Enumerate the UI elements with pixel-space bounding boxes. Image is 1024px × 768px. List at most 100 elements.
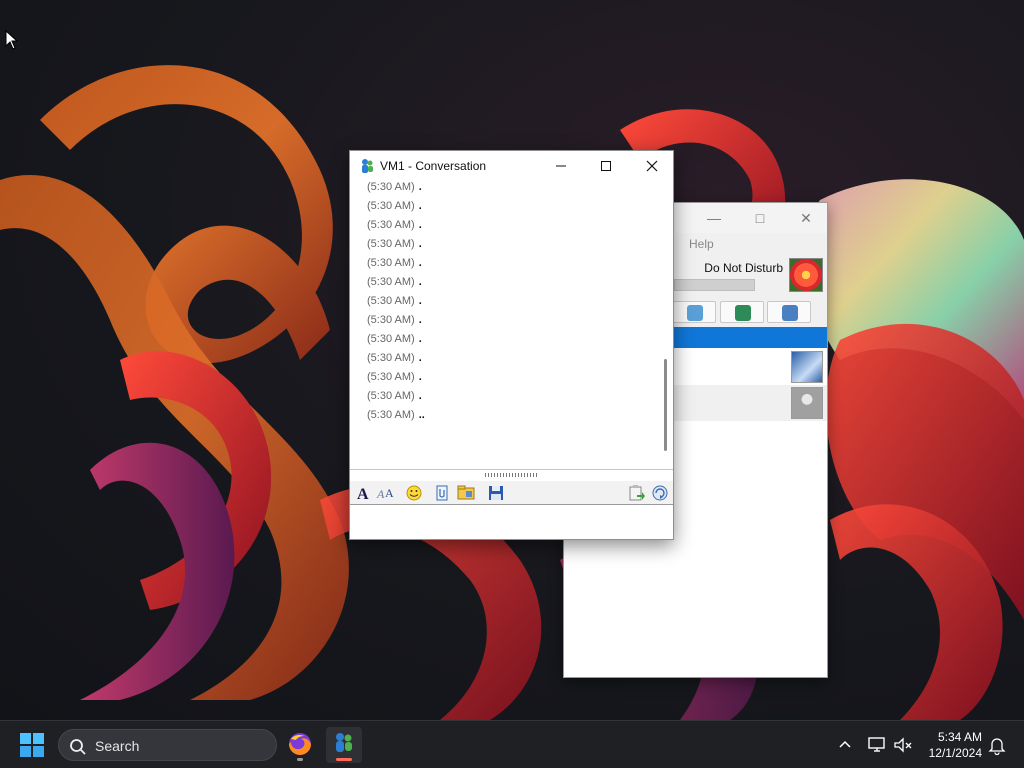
maximize-button[interactable] (591, 155, 621, 177)
user-avatar[interactable] (789, 258, 823, 292)
message-row: (5:30 AM). (367, 276, 422, 288)
font-icon: A (357, 486, 369, 503)
conversation-window[interactable]: VM1 - Conversation (5:30 AM). (5:30 AM).(… (349, 150, 674, 540)
main-minimize-button[interactable]: — (702, 209, 726, 227)
refresh-globe-icon (652, 485, 668, 501)
message-row: (5:30 AM). (367, 295, 422, 307)
add-contact-button[interactable] (720, 301, 764, 323)
rss-icon (687, 305, 703, 321)
show-hidden-icons-button[interactable] (834, 734, 856, 756)
system-clock[interactable]: 5:34 AM 12/1/2024 (912, 729, 982, 761)
message-row: (5:30 AM). (367, 257, 422, 269)
message-row: (5:30 AM).. (367, 409, 425, 421)
message-text: . (418, 352, 422, 364)
message-timestamp: (5:30 AM) (367, 238, 415, 250)
volume-button[interactable] (892, 734, 914, 756)
feeds-button[interactable] (672, 301, 716, 323)
save-button[interactable] (486, 484, 506, 502)
message-timestamp: (5:30 AM) (367, 219, 415, 231)
message-text: . (418, 257, 422, 269)
message-text: . (418, 276, 422, 288)
volume-muted-icon (894, 737, 912, 753)
maximize-icon (601, 161, 611, 171)
message-text: . (418, 314, 422, 326)
message-timestamp: (5:30 AM) (367, 314, 415, 326)
close-button[interactable] (637, 155, 667, 177)
smiley-icon (406, 485, 422, 501)
conversation-titlebar[interactable]: VM1 - Conversation (350, 151, 673, 181)
scroll-thumb[interactable] (664, 359, 667, 451)
search-icon (70, 739, 86, 755)
message-timestamp: (5:30 AM) (367, 390, 415, 402)
taskbar-messenger[interactable] (326, 727, 362, 763)
more-options-button[interactable] (650, 484, 670, 502)
menu-help[interactable]: Help (689, 237, 714, 251)
message-text: . (418, 219, 422, 231)
message-timestamp: (5:30 AM) (367, 181, 415, 193)
message-row: (5:30 AM). (367, 219, 422, 231)
network-icon (868, 737, 885, 752)
taskbar-search[interactable]: Search (58, 729, 277, 761)
taskbar: Search 5:34 AM 12/1/2024 (0, 720, 1024, 768)
splitter-grip[interactable] (485, 473, 539, 477)
taskbar-firefox[interactable] (282, 727, 318, 763)
chevron-up-icon (839, 740, 851, 748)
message-timestamp: (5:30 AM) (367, 352, 415, 364)
app-running-indicator (297, 758, 303, 761)
svg-text:A: A (385, 486, 394, 500)
font-button[interactable]: A (354, 484, 374, 503)
message-text: .. (418, 409, 425, 421)
messenger-app-icon (362, 159, 373, 173)
network-button[interactable] (866, 734, 888, 756)
minimize-icon (556, 165, 566, 167)
add-contact-icon (735, 305, 751, 321)
formatting-toolbar: A AA (350, 481, 673, 505)
message-timestamp: (5:30 AM) (367, 257, 415, 269)
contact-avatar (791, 387, 823, 419)
folder-icon (457, 485, 475, 500)
message-input[interactable] (350, 505, 673, 539)
clock-time: 5:34 AM (937, 730, 982, 744)
minimize-button[interactable] (546, 155, 576, 177)
message-timestamp: (5:30 AM) (367, 371, 415, 383)
message-row: (5:30 AM). (367, 238, 422, 250)
message-history[interactable]: (5:30 AM). (5:30 AM). (5:30 AM). (5:30 AM).… (351, 181, 659, 469)
save-icon (489, 486, 503, 500)
message-row: (5:30 AM). (367, 371, 422, 383)
history-log-button[interactable] (626, 484, 646, 502)
message-row: (5:30 AM). (367, 352, 422, 364)
message-row: (5:30 AM). (367, 181, 422, 193)
start-button[interactable] (16, 731, 48, 759)
clock-date: 12/1/2024 (928, 746, 982, 760)
svg-text:A: A (376, 487, 385, 501)
emoticon-button[interactable] (404, 484, 424, 502)
windows-logo-icon (20, 733, 44, 757)
main-maximize-button[interactable]: □ (748, 209, 772, 227)
app-active-indicator (336, 758, 352, 761)
notifications-button[interactable] (986, 734, 1008, 756)
pane-splitter[interactable] (350, 469, 673, 481)
send-file-button[interactable] (432, 484, 452, 502)
send-folder-button[interactable] (456, 484, 476, 502)
contact-avatar (791, 351, 823, 383)
contacts-button[interactable] (767, 301, 811, 323)
message-text: . (418, 371, 422, 383)
message-timestamp: (5:30 AM) (367, 295, 415, 307)
status-text[interactable]: Do Not Disturb (704, 261, 783, 275)
text-effects-button[interactable]: AA (376, 484, 396, 502)
main-close-button[interactable]: ✕ (794, 209, 818, 227)
message-text: . (418, 333, 422, 345)
message-row: (5:30 AM). (367, 314, 422, 326)
message-text: . (418, 200, 422, 212)
svg-text:A: A (357, 486, 369, 502)
history-scrollbar[interactable] (659, 181, 673, 469)
message-text: . (418, 181, 422, 193)
message-timestamp: (5:30 AM) (367, 200, 415, 212)
personal-message-field[interactable] (674, 279, 755, 291)
message-text: . (418, 238, 422, 250)
message-row: (5:30 AM). (367, 200, 422, 212)
message-row: (5:30 AM). (367, 333, 422, 345)
text-style-icon: AA (376, 486, 394, 501)
window-title: VM1 - Conversation (380, 159, 487, 173)
mouse-cursor-icon (5, 30, 19, 50)
